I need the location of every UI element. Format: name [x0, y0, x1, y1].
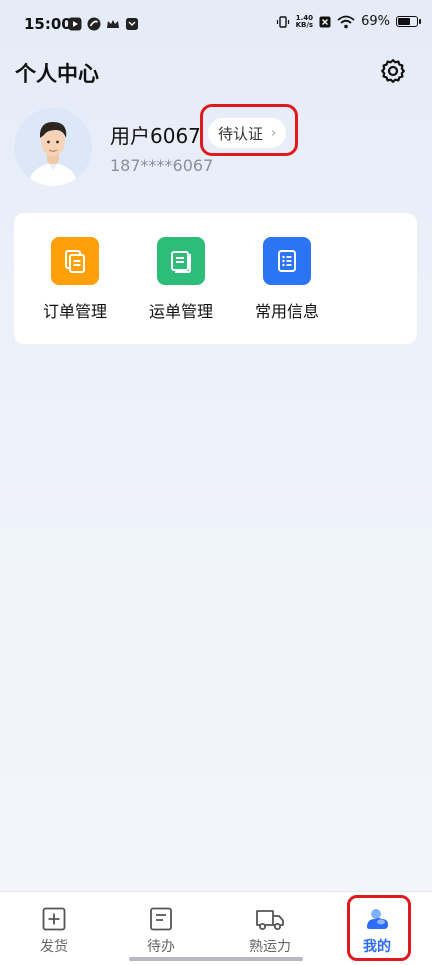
battery-level-fill — [398, 18, 410, 25]
sim-off-icon — [319, 16, 331, 27]
status-time: 15:00 — [24, 15, 72, 33]
avatar[interactable] — [14, 108, 92, 186]
nav-item-mine[interactable]: 我的 — [337, 906, 417, 956]
status-notification-icons — [68, 17, 139, 31]
crown-app-icon — [107, 20, 119, 28]
page-title: 个人中心 — [15, 62, 99, 86]
network-speed-unit: KB/s — [295, 20, 314, 29]
menu-item-label: 订单管理 — [42, 302, 107, 321]
message-app-icon — [126, 18, 138, 30]
nav-item-label: 我的 — [363, 939, 391, 955]
status-right-group: 1.40 KB/s 69% — [276, 14, 421, 29]
video-app-icon — [68, 17, 82, 31]
profile-cloud-icon — [367, 909, 388, 929]
username: 用户6067 — [110, 124, 201, 148]
battery-icon — [396, 16, 421, 27]
nav-item-capacity[interactable]: 熟运力 — [230, 906, 310, 956]
nav-item-label: 待办 — [147, 939, 175, 955]
nav-item-label: 熟运力 — [249, 939, 291, 955]
service-menu-card: 订单管理 运单管理 常用信息 — [14, 213, 417, 344]
menu-item-common-info[interactable]: 常用信息 — [242, 237, 332, 322]
plus-square-icon — [42, 907, 66, 931]
vibrate-icon — [276, 15, 289, 28]
verify-status-label: 待认证 — [218, 124, 264, 143]
phone-number: 187****6067 — [110, 156, 214, 175]
nav-item-ship[interactable]: 发货 — [14, 906, 94, 956]
menu-item-waybill-management[interactable]: 运单管理 — [136, 237, 226, 322]
nav-item-todo[interactable]: 待办 — [121, 906, 201, 956]
home-indicator[interactable] — [129, 957, 303, 961]
link-app-icon — [87, 17, 101, 31]
gear-icon — [381, 59, 405, 83]
truck-icon — [256, 910, 284, 930]
status-bar: 15:00 1.40 KB/s 69% — [0, 0, 432, 50]
bottom-navigation: 发货 待办 熟运力 我的 — [0, 891, 432, 965]
avatar-person-image — [14, 108, 92, 186]
verify-status-button[interactable]: 待认证 › — [208, 118, 287, 148]
menu-item-order-management[interactable]: 订单管理 — [30, 237, 120, 322]
menu-item-label: 常用信息 — [254, 302, 319, 321]
waybill-doc-icon — [157, 237, 205, 285]
chevron-right-icon: › — [271, 125, 277, 141]
battery-percent: 69% — [361, 14, 390, 29]
list-doc-icon — [263, 237, 311, 285]
menu-item-label: 运单管理 — [148, 302, 213, 321]
wifi-icon — [337, 15, 355, 28]
settings-button[interactable] — [378, 56, 408, 86]
order-doc-icon — [51, 237, 99, 285]
todo-list-icon — [150, 907, 172, 931]
network-speed: 1.40 KB/s — [295, 14, 314, 29]
nav-item-label: 发货 — [40, 939, 68, 955]
